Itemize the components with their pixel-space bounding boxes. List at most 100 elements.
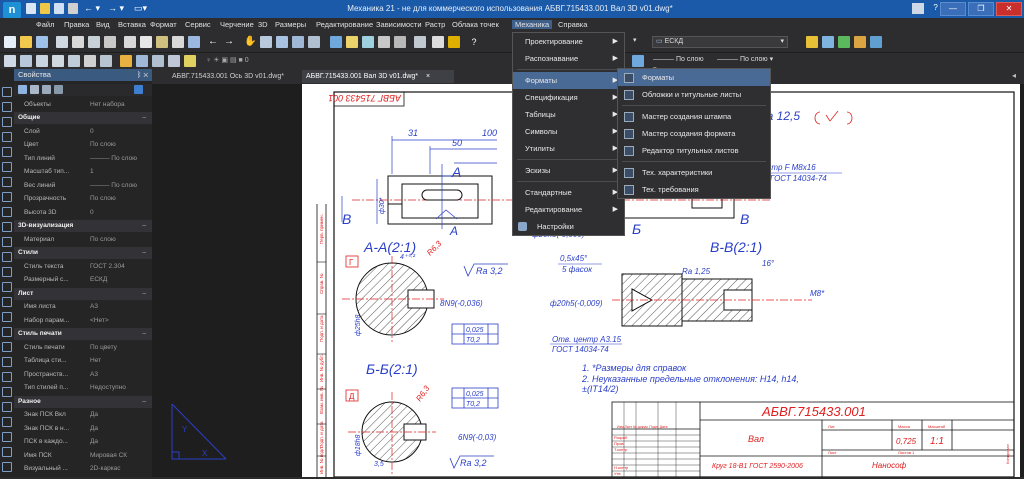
layer-match-icon[interactable] <box>152 55 164 67</box>
property-row[interactable]: Вес линий ——— По слою <box>14 180 152 192</box>
property-row[interactable]: Знак ПСК Вкл Да <box>14 409 152 421</box>
formats-menu-item[interactable]: Редактор титульных листов <box>618 142 770 159</box>
osnap-icon[interactable] <box>68 55 80 67</box>
erase-tool-icon[interactable] <box>2 402 12 412</box>
menu-11[interactable]: Растр <box>425 20 445 29</box>
property-value[interactable]: – <box>142 112 146 124</box>
plot-icon[interactable] <box>104 36 116 48</box>
property-value[interactable]: А3 <box>90 301 98 313</box>
trim-tool-icon[interactable] <box>2 372 12 382</box>
mechanics-menu-item[interactable]: Спецификация ▶ <box>513 89 624 106</box>
redo-icon[interactable]: → ▾ <box>108 3 130 14</box>
save-icon[interactable] <box>36 36 48 48</box>
menu-2[interactable]: Вид <box>96 20 110 29</box>
property-section[interactable]: 3D-визуализация – <box>14 220 152 232</box>
dynamic-ucs-icon[interactable] <box>100 55 112 67</box>
property-row[interactable]: Материал По слою <box>14 234 152 246</box>
text-tool-icon[interactable] <box>2 252 12 262</box>
block-editor-icon[interactable] <box>188 36 200 48</box>
property-value[interactable]: – <box>142 396 146 408</box>
property-row[interactable]: Слой 0 <box>14 126 152 138</box>
workspace-icon[interactable] <box>912 3 924 14</box>
polyline-tool-icon[interactable] <box>2 102 12 112</box>
array-tool-icon[interactable] <box>2 417 12 427</box>
linetype-combo[interactable]: ——— По слою ▾ <box>650 55 708 73</box>
layer-change-icon[interactable] <box>168 55 180 67</box>
mechanics-menu-item[interactable]: Редактирование ▶ <box>513 201 624 218</box>
layer-lock-icon[interactable] <box>870 36 882 48</box>
filter-icon[interactable] <box>54 85 63 94</box>
redo-toolbar-icon[interactable]: → <box>224 36 236 48</box>
property-value[interactable]: А3 <box>90 369 98 381</box>
spline-tool-icon[interactable] <box>2 162 12 172</box>
menu-1[interactable]: Правка <box>64 20 89 29</box>
quick-select-icon[interactable] <box>30 85 39 94</box>
mechanics-menu-item[interactable]: Стандартные ▶ <box>513 184 624 201</box>
menu-0[interactable]: Файл <box>36 20 54 29</box>
property-value[interactable]: ЕСКД <box>90 274 107 286</box>
paste-icon[interactable] <box>156 36 168 48</box>
layer-isolate-icon[interactable] <box>838 36 850 48</box>
formats-menu-item[interactable]: Тех. требования <box>618 181 770 198</box>
close-button[interactable]: ✕ <box>996 2 1022 16</box>
property-row[interactable]: Прозрачность По слою <box>14 193 152 205</box>
menu-7[interactable]: 3D <box>258 20 268 29</box>
otrack-icon[interactable] <box>84 55 96 67</box>
property-row[interactable]: Пространств... А3 <box>14 369 152 381</box>
property-value[interactable]: По слою <box>90 193 116 205</box>
property-value[interactable]: – <box>142 288 146 300</box>
arc-tool-icon[interactable] <box>2 132 12 142</box>
copy-icon[interactable] <box>140 36 152 48</box>
property-row[interactable]: ПСК в каждо... Да <box>14 436 152 448</box>
style-dropdown-arrow-icon[interactable]: ▾ <box>630 36 638 48</box>
tool-palettes-icon[interactable] <box>362 36 374 48</box>
formats-menu-item[interactable]: Форматы <box>618 69 770 86</box>
region-tool-icon[interactable] <box>2 222 12 232</box>
tab-shaft-drawing[interactable]: АБВГ.715433.001 Вал 3D v01.dwg* × <box>302 70 454 83</box>
save-all-icon[interactable] <box>68 3 78 14</box>
mtext-tool-icon[interactable] <box>2 267 12 277</box>
property-value[interactable]: Да <box>90 423 98 435</box>
help-toolbar-icon[interactable]: ? <box>468 36 480 48</box>
menu-12[interactable]: Облака точек <box>452 20 499 29</box>
new-file-icon[interactable] <box>26 3 36 14</box>
undo-toolbar-icon[interactable]: ← <box>208 36 220 48</box>
new-icon[interactable] <box>4 36 16 48</box>
maximize-button[interactable]: ❐ <box>968 2 994 16</box>
formats-menu-item[interactable]: Мастер создания штампа <box>618 108 770 125</box>
menu-10[interactable]: Зависимости <box>376 20 422 29</box>
scale-tool-icon[interactable] <box>2 447 12 457</box>
layer-freeze-icon[interactable] <box>854 36 866 48</box>
rotate-tool-icon[interactable] <box>2 342 12 352</box>
line-tool-icon[interactable] <box>2 87 12 97</box>
point-tool-icon[interactable] <box>2 282 12 292</box>
property-section[interactable]: Разное – <box>14 395 152 408</box>
property-row[interactable]: Знак ПСК в н... Да <box>14 423 152 435</box>
mechanics-menu-item[interactable]: Настройки <box>513 218 624 235</box>
snap-icon[interactable] <box>20 55 32 67</box>
mechanics-menu-item[interactable]: Символы ▶ <box>513 123 624 140</box>
tab-list-icon[interactable]: ◂ <box>1012 71 1016 80</box>
property-row[interactable]: Визуальный ... 2D-каркас <box>14 463 152 475</box>
tab-axis-drawing[interactable]: АБВГ.715433.001 Ось 3D v01.dwg* <box>168 70 288 83</box>
property-row[interactable]: Тип стилей п... Недоступно <box>14 382 152 394</box>
layer-prev-icon[interactable] <box>120 55 132 67</box>
copy-tool-icon[interactable] <box>2 327 12 337</box>
ortho-icon[interactable] <box>36 55 48 67</box>
app-logo-icon[interactable]: n <box>3 2 21 18</box>
print-icon[interactable] <box>56 36 68 48</box>
property-value[interactable]: Недоступно <box>90 382 126 394</box>
property-value[interactable]: Нет <box>90 355 101 367</box>
property-value[interactable]: – <box>142 220 146 232</box>
property-value[interactable]: ГОСТ 2.304 <box>90 261 125 273</box>
property-value[interactable]: – <box>142 328 146 340</box>
property-value[interactable]: – <box>142 247 146 259</box>
menu-8[interactable]: Размеры <box>275 20 306 29</box>
formats-menu-item[interactable]: Тех. характеристики <box>618 164 770 181</box>
property-row[interactable]: Имя ПСК Мировая СК <box>14 450 152 462</box>
property-row[interactable]: Имя листа А3 <box>14 301 152 313</box>
property-row[interactable]: Таблица сти... Нет <box>14 355 152 367</box>
zoom-previous-icon[interactable] <box>292 36 304 48</box>
property-row[interactable]: Цвет По слою <box>14 139 152 151</box>
minimize-button[interactable]: — <box>940 2 966 16</box>
